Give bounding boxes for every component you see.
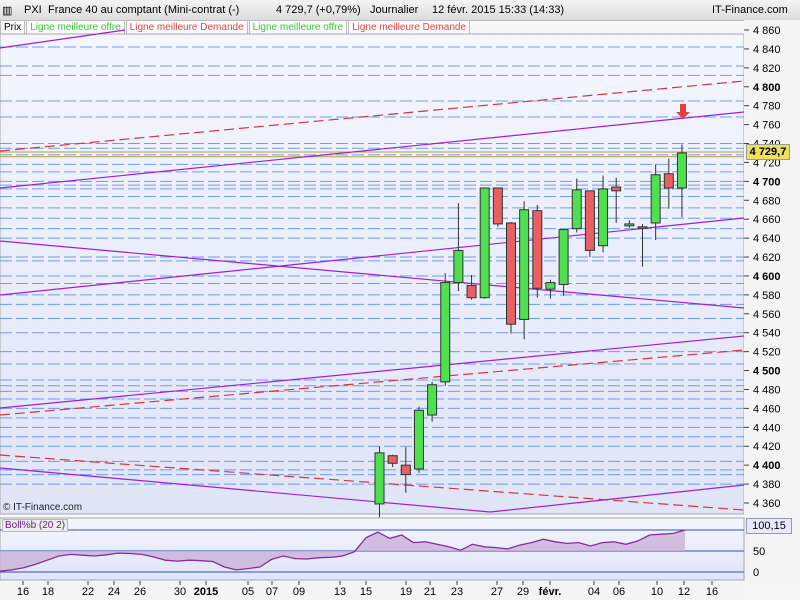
x-tick-label: 2015 <box>194 586 218 598</box>
last-price-label: 4 729,7 <box>746 144 790 160</box>
x-tick-label: 12 <box>678 586 690 598</box>
x-tick-label: 16 <box>706 586 718 598</box>
candle-body <box>492 187 503 225</box>
x-tick-label: 23 <box>451 586 463 598</box>
candle-body <box>506 222 516 325</box>
watermark: © IT-Finance.com <box>3 502 83 513</box>
candle-body <box>427 384 438 416</box>
x-tick-label: févr. <box>539 586 562 598</box>
x-tick-label: 24 <box>108 586 120 598</box>
candle-body <box>598 188 609 247</box>
x-tick-label: 29 <box>517 586 529 598</box>
x-tick-label: 19 <box>400 586 412 598</box>
candle-body <box>584 190 595 251</box>
x-tick-label: 22 <box>82 586 94 598</box>
y-tick-label: 4 560 <box>753 309 781 321</box>
candle-body <box>532 210 543 289</box>
candle-body <box>374 452 385 505</box>
y-tick-label: 4 460 <box>753 403 781 415</box>
y-tick-label: 4 420 <box>753 441 781 453</box>
x-tick-label: 04 <box>588 586 600 598</box>
x-tick-label: 21 <box>424 586 436 598</box>
x-tick-label: 09 <box>293 586 305 598</box>
y-tick-label: 4 500 <box>753 366 781 378</box>
x-tick-label: 06 <box>613 586 625 598</box>
y-tick-label: 4 700 <box>753 176 781 188</box>
y-tick-label: 4 820 <box>753 63 781 75</box>
x-tick-label: 18 <box>42 586 54 598</box>
x-tick-label: 05 <box>242 586 254 598</box>
x-tick-label: 10 <box>651 586 663 598</box>
indicator-label[interactable]: Boll%b (20 2) <box>2 519 69 532</box>
y-tick-label: 4 360 <box>753 498 781 510</box>
y-tick-label: 4 660 <box>753 214 781 226</box>
x-tick-label: 16 <box>17 586 29 598</box>
candle-body <box>611 186 622 192</box>
candle-body <box>558 229 569 285</box>
candle-body <box>387 455 398 464</box>
y-tick-label: 4 760 <box>753 120 781 132</box>
candle-body <box>624 223 635 227</box>
y-tick-label: 4 440 <box>753 422 781 434</box>
indicator-last-value: 100,15 <box>746 518 792 534</box>
candle-body <box>637 226 648 229</box>
indicator-tick-label: 50 <box>753 546 765 558</box>
y-tick-label: 4 680 <box>753 195 781 207</box>
candle-body <box>663 173 674 189</box>
price-chart[interactable]: 4 8604 8404 8204 8004 7804 7604 7404 720… <box>0 0 800 600</box>
candle-body <box>413 409 424 470</box>
x-tick-label: 07 <box>266 586 278 598</box>
y-tick-label: 4 480 <box>753 384 781 396</box>
x-tick-label: 15 <box>360 586 372 598</box>
candle-body <box>545 282 556 290</box>
y-tick-label: 4 380 <box>753 479 781 491</box>
candle-body <box>479 187 490 299</box>
candle-body <box>519 209 530 320</box>
candle-body <box>400 464 411 476</box>
indicator-tick-label: 0 <box>753 567 759 579</box>
candle-body <box>466 284 477 299</box>
y-tick-label: 4 520 <box>753 347 781 359</box>
y-tick-label: 4 800 <box>753 82 781 94</box>
y-tick-label: 4 540 <box>753 328 781 340</box>
y-tick-label: 4 580 <box>753 290 781 302</box>
x-tick-label: 13 <box>334 586 346 598</box>
y-tick-label: 4 620 <box>753 252 781 264</box>
y-tick-label: 4 600 <box>753 271 781 283</box>
y-tick-label: 4 860 <box>753 25 781 37</box>
x-tick-label: 30 <box>174 586 186 598</box>
x-tick-label: 27 <box>491 586 503 598</box>
y-tick-label: 4 400 <box>753 460 781 472</box>
candle-body <box>676 152 687 189</box>
y-tick-label: 4 780 <box>753 101 781 113</box>
candle-body <box>440 282 451 383</box>
y-tick-label: 4 640 <box>753 233 781 245</box>
y-tick-label: 4 840 <box>753 44 781 56</box>
candle-body <box>650 174 661 224</box>
x-tick-label: 26 <box>134 586 146 598</box>
candle-body <box>453 249 464 284</box>
candle-body <box>571 189 582 230</box>
